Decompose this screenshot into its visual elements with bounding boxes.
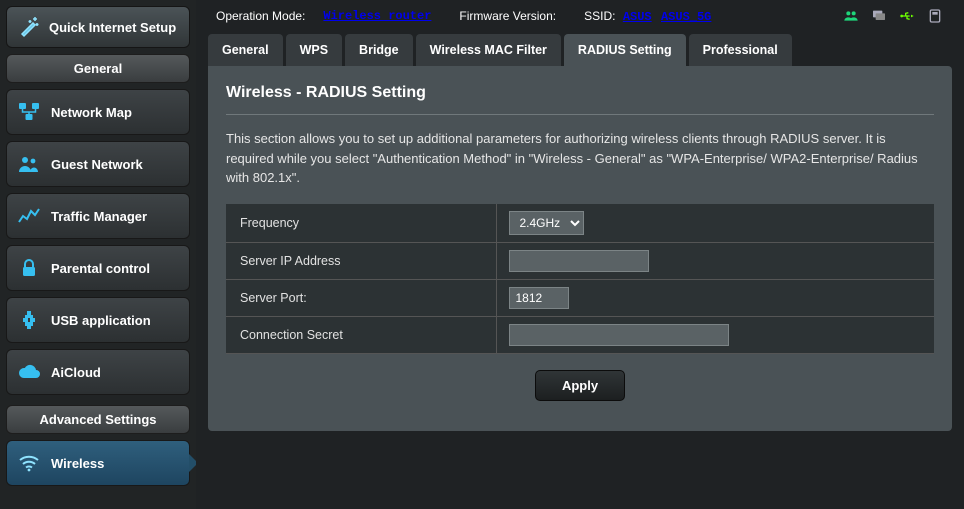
sidebar-item-label: Guest Network — [51, 157, 143, 172]
sidebar-item-label: Wireless — [51, 456, 104, 471]
ssid-label: SSID: — [584, 9, 615, 23]
radius-panel: Wireless - RADIUS Setting This section a… — [208, 66, 952, 431]
row-frequency: Frequency 2.4GHz — [226, 204, 934, 243]
frequency-select[interactable]: 2.4GHz — [509, 211, 584, 235]
guest-network-icon — [17, 152, 41, 176]
ssid-1[interactable]: ASUS — [623, 10, 652, 24]
sidebar-item-label: Network Map — [51, 105, 132, 120]
sidebar-item-label: Traffic Manager — [51, 209, 147, 224]
sidebar-item-aicloud[interactable]: AiCloud — [6, 349, 190, 395]
row-connection-secret: Connection Secret — [226, 316, 934, 353]
row-server-port: Server Port: — [226, 279, 934, 316]
wireless-tabs: General WPS Bridge Wireless MAC Filter R… — [208, 34, 952, 66]
connection-secret-input[interactable] — [509, 324, 729, 346]
sidebar-item-traffic-manager[interactable]: Traffic Manager — [6, 193, 190, 239]
network-map-icon — [17, 100, 41, 124]
general-section-header: General — [6, 54, 190, 83]
usb-application-icon — [17, 308, 41, 332]
sidebar-item-label: Parental control — [51, 261, 150, 276]
op-mode-label: Operation Mode: — [216, 9, 305, 23]
main-content: Operation Mode: Wireless router Firmware… — [196, 0, 964, 509]
sidebar-item-label: USB application — [51, 313, 151, 328]
sidebar-item-label: AiCloud — [51, 365, 101, 380]
server-port-input[interactable] — [509, 287, 569, 309]
status-icons — [842, 8, 944, 24]
radius-form-table: Frequency 2.4GHz Server IP Address Serve… — [226, 204, 934, 354]
apply-button[interactable]: Apply — [535, 370, 625, 401]
tab-professional[interactable]: Professional — [689, 34, 792, 66]
qis-label: Quick Internet Setup — [49, 20, 176, 35]
panel-title: Wireless - RADIUS Setting — [226, 84, 934, 102]
sidebar-item-wireless[interactable]: Wireless — [6, 440, 190, 486]
aicloud-icon — [17, 360, 41, 384]
header-bar: Operation Mode: Wireless router Firmware… — [208, 0, 952, 30]
traffic-manager-icon — [17, 204, 41, 228]
fw-label: Firmware Version: — [459, 9, 556, 23]
op-mode-value[interactable]: Wireless router — [323, 9, 431, 23]
sidebar-item-network-map[interactable]: Network Map — [6, 89, 190, 135]
tab-mac-filter[interactable]: Wireless MAC Filter — [416, 34, 561, 66]
row-server-ip: Server IP Address — [226, 242, 934, 279]
usb-icon[interactable] — [898, 8, 916, 24]
sidebar: Quick Internet Setup General Network Map… — [0, 0, 196, 509]
panel-description: This section allows you to set up additi… — [226, 129, 934, 188]
tab-bridge[interactable]: Bridge — [345, 34, 413, 66]
network-stack-icon[interactable] — [870, 8, 888, 24]
tab-general[interactable]: General — [208, 34, 283, 66]
advanced-section-header: Advanced Settings — [6, 405, 190, 434]
ssid-2[interactable]: ASUS_5G — [661, 10, 711, 24]
wireless-icon — [17, 451, 41, 475]
server-port-label: Server Port: — [226, 279, 496, 316]
quick-internet-setup-button[interactable]: Quick Internet Setup — [6, 6, 190, 48]
wand-icon — [17, 15, 41, 39]
frequency-label: Frequency — [226, 204, 496, 243]
sidebar-item-guest-network[interactable]: Guest Network — [6, 141, 190, 187]
sidebar-item-usb-application[interactable]: USB application — [6, 297, 190, 343]
clients-icon[interactable] — [842, 8, 860, 24]
device-icon[interactable] — [926, 8, 944, 24]
sidebar-item-parental-control[interactable]: Parental control — [6, 245, 190, 291]
server-ip-input[interactable] — [509, 250, 649, 272]
server-ip-label: Server IP Address — [226, 242, 496, 279]
tab-radius-setting[interactable]: RADIUS Setting — [564, 34, 686, 66]
tab-wps[interactable]: WPS — [286, 34, 342, 66]
parental-control-icon — [17, 256, 41, 280]
connection-secret-label: Connection Secret — [226, 316, 496, 353]
